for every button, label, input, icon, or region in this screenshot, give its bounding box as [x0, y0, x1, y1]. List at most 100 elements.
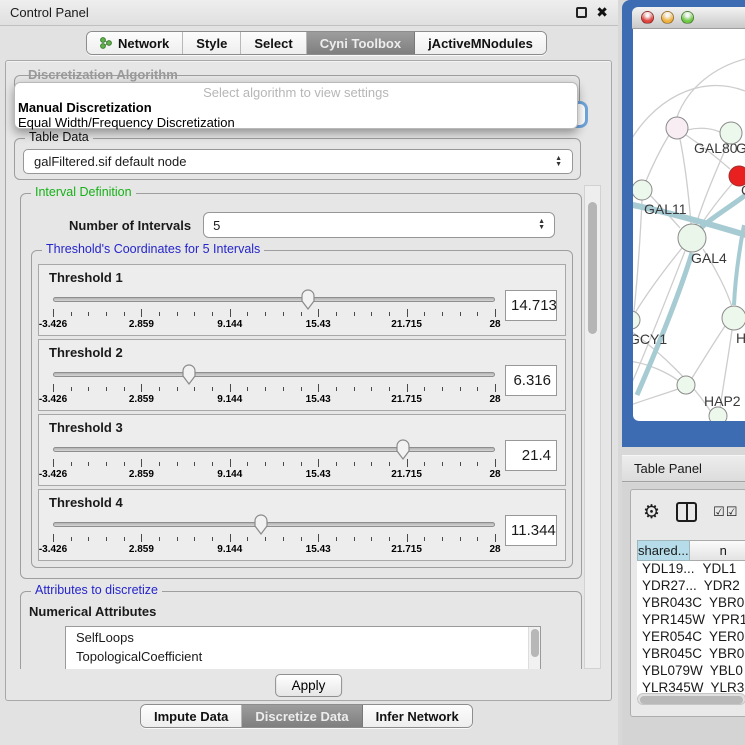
slider-thumb[interactable]	[300, 289, 316, 310]
threshold-label: Threshold 3	[49, 420, 557, 435]
network-node[interactable]	[677, 376, 695, 394]
attribute-item[interactable]: SelfLoops	[76, 629, 540, 648]
tab-cyni-toolbox[interactable]: Cyni Toolbox	[307, 32, 415, 54]
table-hscrollbar[interactable]	[637, 693, 745, 705]
tab-infer-network[interactable]: Infer Network	[363, 705, 472, 727]
network-node[interactable]	[666, 117, 688, 139]
slider-thumb[interactable]	[181, 364, 197, 385]
threshold-slider[interactable]: -3.4262.8599.14415.4321.71528	[51, 288, 497, 332]
algorithm-option-manual[interactable]: Manual Discretization	[15, 100, 577, 115]
network-node[interactable]	[722, 306, 745, 330]
table-cell[interactable]: YBL0	[703, 663, 745, 680]
tab-network[interactable]: Network	[87, 32, 183, 54]
threshold-slider[interactable]: -3.4262.8599.14415.4321.71528	[51, 438, 497, 482]
panel-scrollbar[interactable]	[584, 185, 601, 669]
column-header-shared-name[interactable]: shared...	[637, 540, 690, 561]
table-row[interactable]: YDR27...YDR2	[637, 578, 745, 595]
tab-discretize-data[interactable]: Discretize Data	[242, 705, 362, 727]
network-node[interactable]	[633, 180, 652, 200]
columns-icon[interactable]	[676, 502, 697, 522]
table-cell[interactable]: YER054C	[637, 629, 702, 646]
network-edge[interactable]	[700, 184, 732, 226]
window-title: Control Panel	[10, 5, 89, 20]
threshold-value-field[interactable]: 14.713	[505, 290, 557, 321]
tick-label: 15.43	[306, 394, 331, 405]
table-row[interactable]: YBL079WYBL0	[637, 663, 745, 680]
network-node[interactable]	[709, 407, 727, 421]
table-row[interactable]: YER054CYER0	[637, 629, 745, 646]
list-scrollbar[interactable]	[528, 627, 540, 669]
table-cell[interactable]: YDR2	[697, 578, 745, 595]
apply-button[interactable]: Apply	[275, 674, 343, 697]
mac-close-button[interactable]	[641, 11, 654, 24]
table-toolbar: ⚙ ☑☑	[631, 490, 745, 534]
tick-label: 21.715	[391, 394, 422, 405]
table-cell[interactable]: YDL1	[695, 561, 745, 578]
network-edge[interactable]	[734, 225, 744, 305]
close-icon[interactable]: ✖	[596, 7, 608, 18]
threshold-slider[interactable]: -3.4262.8599.14415.4321.71528	[51, 363, 497, 407]
table-row[interactable]: YBR045CYBR0	[637, 646, 745, 663]
table-cell[interactable]: YBL079W	[637, 663, 703, 680]
attribute-item[interactable]: BetweennessCentrality	[76, 666, 540, 669]
threshold-slider[interactable]: -3.4262.8599.14415.4321.71528	[51, 513, 497, 557]
table-cell[interactable]: YBR045C	[637, 646, 702, 663]
table-row[interactable]: YPR145WYPR1	[637, 612, 745, 629]
table-cell[interactable]: YBR0	[702, 646, 745, 663]
tick-label: 2.859	[129, 469, 154, 480]
slider-thumb[interactable]	[395, 439, 411, 460]
tick-label: 2.859	[129, 544, 154, 555]
gear-icon[interactable]: ⚙	[643, 503, 660, 522]
mac-minimize-button[interactable]	[661, 11, 674, 24]
tick-label: 21.715	[391, 544, 422, 555]
network-edge[interactable]	[637, 253, 692, 395]
panel-scrollbar-thumb[interactable]	[588, 202, 597, 334]
table-cell[interactable]: YER0	[702, 629, 745, 646]
slider-track[interactable]	[53, 372, 495, 377]
network-edge[interactable]	[687, 128, 720, 132]
attribute-item[interactable]: TopologicalCoefficient	[76, 648, 540, 667]
slider-tick-labels: -3.4262.8599.14415.4321.71528	[53, 544, 495, 556]
select-columns-checkboxes-icon[interactable]: ☑☑	[713, 504, 738, 520]
threshold-value-field[interactable]: 11.344	[505, 515, 557, 546]
table-data-combobox[interactable]: galFiltered.sif default node ▲▼	[23, 149, 573, 174]
table-cell[interactable]: YBR043C	[637, 595, 702, 612]
control-panel-tabs: Network Style Select Cyni Toolbox jActiv…	[86, 31, 547, 55]
table-cell[interactable]: YPR1	[705, 612, 745, 629]
tab-jactivemnodules[interactable]: jActiveMNodules	[415, 32, 546, 54]
column-header-name[interactable]: n	[690, 540, 745, 561]
network-canvas-svg[interactable]: GAL80GACGAL11GAL4GCY1HHAP2	[633, 29, 745, 421]
list-scrollbar-thumb[interactable]	[531, 629, 539, 657]
network-edge[interactable]	[633, 251, 685, 387]
table-hscrollbar-thumb[interactable]	[640, 696, 743, 704]
table-cell[interactable]: YBR0	[702, 595, 745, 612]
table-cell[interactable]: YPR145W	[637, 612, 705, 629]
float-window-icon[interactable]	[576, 7, 587, 18]
table-row[interactable]: YBR043CYBR0	[637, 595, 745, 612]
slider-thumb[interactable]	[253, 514, 269, 535]
threshold-value-field[interactable]: 6.316	[505, 365, 557, 396]
network-edge[interactable]	[646, 135, 669, 181]
network-node[interactable]	[678, 224, 706, 252]
network-node[interactable]	[633, 311, 640, 329]
algorithm-option-equal-width[interactable]: Equal Width/Frequency Discretization	[15, 115, 577, 130]
tick-label: 15.43	[306, 469, 331, 480]
network-edge[interactable]	[692, 326, 725, 378]
tab-impute-data[interactable]: Impute Data	[141, 705, 242, 727]
network-window-titlebar[interactable]	[632, 7, 745, 29]
network-canvas[interactable]: GAL80GACGAL11GAL4GCY1HHAP2	[633, 29, 745, 421]
table-cell[interactable]: YDR27...	[637, 578, 697, 595]
network-node-label: GCY1	[633, 331, 667, 347]
number-of-intervals-spinner[interactable]: 5 ▲▼	[203, 212, 555, 238]
slider-track[interactable]	[53, 447, 495, 452]
slider-track[interactable]	[53, 297, 495, 302]
thresholds-group-label: Threshold's Coordinates for 5 Intervals	[42, 242, 264, 256]
table-cell[interactable]: YDL19...	[637, 561, 695, 578]
table-row[interactable]: YDL19...YDL1	[637, 561, 745, 578]
tab-select[interactable]: Select	[241, 32, 306, 54]
network-node-label: GAL11	[644, 201, 687, 217]
mac-zoom-button[interactable]	[681, 11, 694, 24]
tab-style[interactable]: Style	[183, 32, 241, 54]
threshold-value-field[interactable]: 21.4	[505, 440, 557, 471]
slider-track[interactable]	[53, 522, 495, 527]
